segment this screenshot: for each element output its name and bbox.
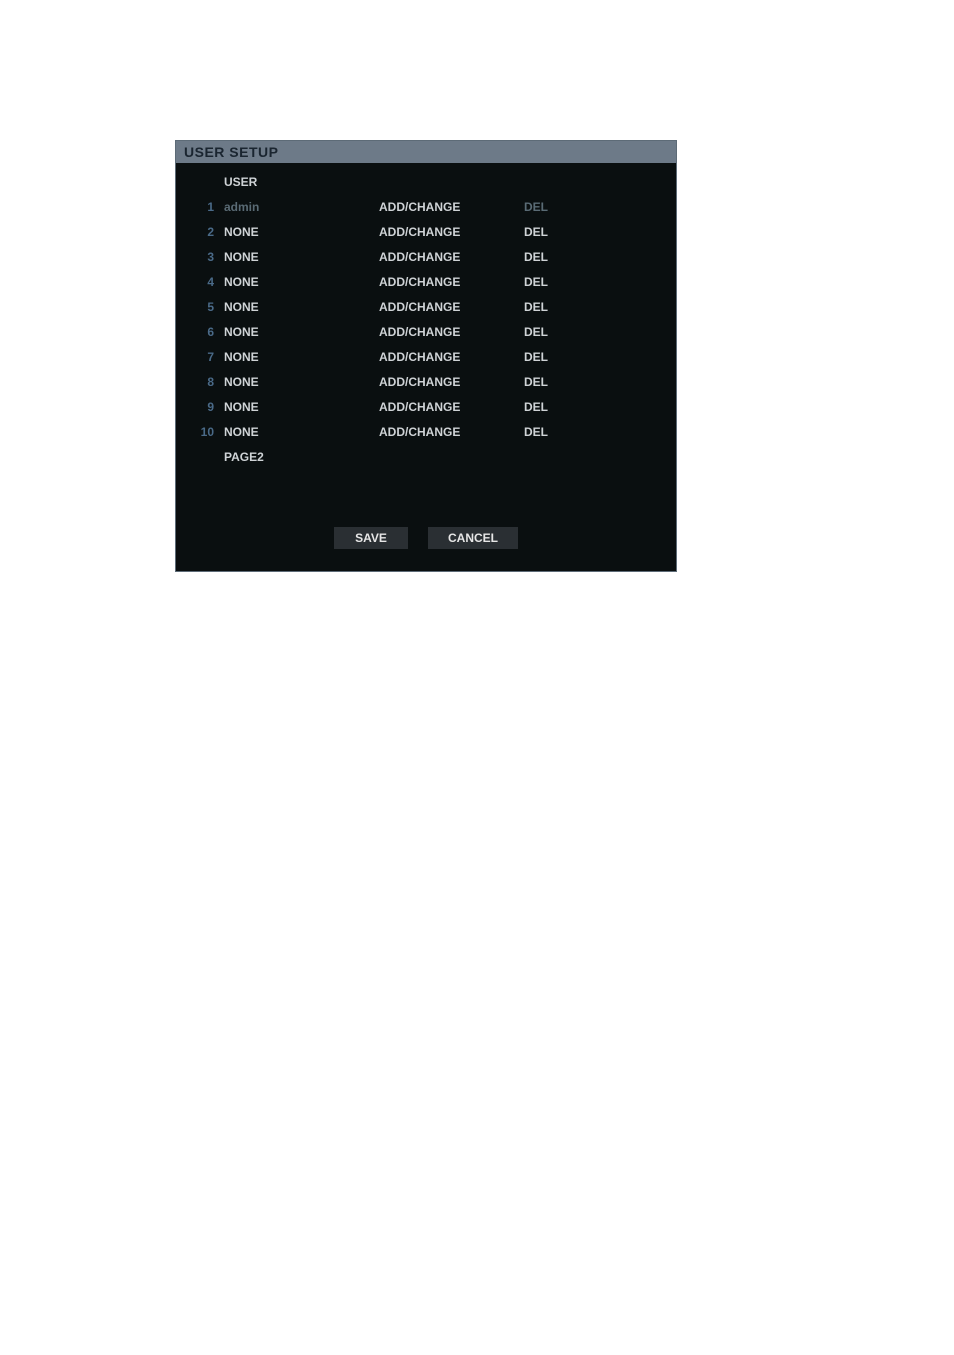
del-button[interactable]: DEL (524, 325, 584, 339)
user-setup-dialog: USER SETUP USER 1adminADD/CHANGEDEL2NONE… (175, 140, 677, 572)
table-header-row: USER (176, 169, 676, 194)
table-row: 8NONEADD/CHANGEDEL (176, 369, 676, 394)
user-name: NONE (224, 325, 379, 339)
user-name: admin (224, 200, 379, 214)
del-button[interactable]: DEL (524, 275, 584, 289)
header-user-label: USER (224, 175, 379, 189)
table-row: 10NONEADD/CHANGEDEL (176, 419, 676, 444)
add-change-button[interactable]: ADD/CHANGE (379, 350, 524, 364)
user-name: NONE (224, 375, 379, 389)
row-number: 9 (186, 400, 224, 414)
row-number: 4 (186, 275, 224, 289)
add-change-button[interactable]: ADD/CHANGE (379, 375, 524, 389)
del-button[interactable]: DEL (524, 300, 584, 314)
page2-link[interactable]: PAGE2 (176, 444, 676, 469)
del-button: DEL (524, 200, 584, 214)
row-number: 10 (186, 425, 224, 439)
row-number: 2 (186, 225, 224, 239)
dialog-content: USER 1adminADD/CHANGEDEL2NONEADD/CHANGED… (176, 163, 676, 571)
del-button[interactable]: DEL (524, 375, 584, 389)
add-change-button[interactable]: ADD/CHANGE (379, 200, 524, 214)
user-name: NONE (224, 250, 379, 264)
table-row: 4NONEADD/CHANGEDEL (176, 269, 676, 294)
table-row: 1adminADD/CHANGEDEL (176, 194, 676, 219)
user-name: NONE (224, 300, 379, 314)
row-number: 1 (186, 200, 224, 214)
add-change-button[interactable]: ADD/CHANGE (379, 275, 524, 289)
table-row: 9NONEADD/CHANGEDEL (176, 394, 676, 419)
user-name: NONE (224, 350, 379, 364)
del-button[interactable]: DEL (524, 425, 584, 439)
row-number: 5 (186, 300, 224, 314)
row-number: 8 (186, 375, 224, 389)
cancel-button[interactable]: CANCEL (428, 527, 518, 549)
user-name: NONE (224, 400, 379, 414)
add-change-button[interactable]: ADD/CHANGE (379, 250, 524, 264)
add-change-button[interactable]: ADD/CHANGE (379, 225, 524, 239)
add-change-button[interactable]: ADD/CHANGE (379, 325, 524, 339)
del-button[interactable]: DEL (524, 250, 584, 264)
del-button[interactable]: DEL (524, 350, 584, 364)
dialog-title: USER SETUP (176, 141, 676, 163)
row-number: 6 (186, 325, 224, 339)
table-row: 5NONEADD/CHANGEDEL (176, 294, 676, 319)
add-change-button[interactable]: ADD/CHANGE (379, 300, 524, 314)
save-button[interactable]: SAVE (334, 527, 408, 549)
add-change-button[interactable]: ADD/CHANGE (379, 425, 524, 439)
table-row: 6NONEADD/CHANGEDEL (176, 319, 676, 344)
add-change-button[interactable]: ADD/CHANGE (379, 400, 524, 414)
user-name: NONE (224, 275, 379, 289)
del-button[interactable]: DEL (524, 225, 584, 239)
user-name: NONE (224, 425, 379, 439)
row-number: 7 (186, 350, 224, 364)
table-row: 3NONEADD/CHANGEDEL (176, 244, 676, 269)
table-row: 2NONEADD/CHANGEDEL (176, 219, 676, 244)
del-button[interactable]: DEL (524, 400, 584, 414)
spacer (176, 469, 676, 519)
table-row: 7NONEADD/CHANGEDEL (176, 344, 676, 369)
row-number: 3 (186, 250, 224, 264)
button-bar: SAVE CANCEL (176, 519, 676, 561)
user-name: NONE (224, 225, 379, 239)
